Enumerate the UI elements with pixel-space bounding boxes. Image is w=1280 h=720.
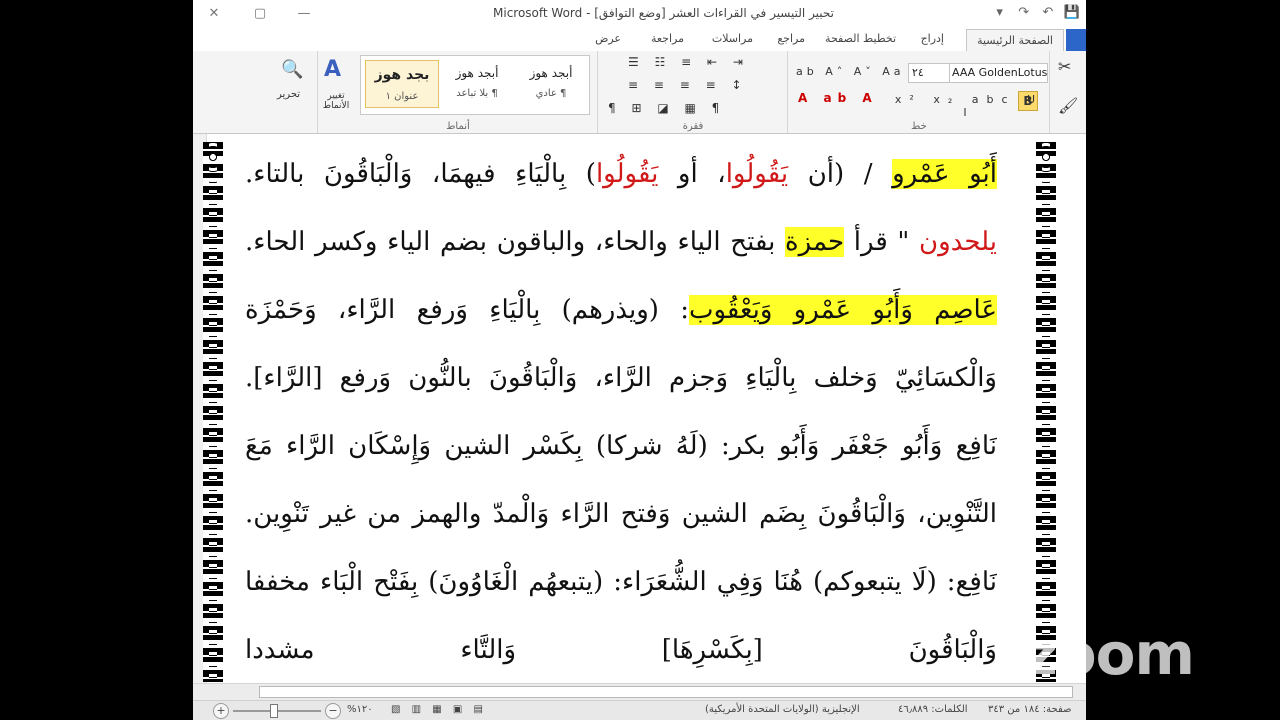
editing-group: 🔍 تحرير xyxy=(271,51,316,133)
style-name: ¶ عادي xyxy=(535,88,567,99)
highlighted-text: عَاصِم وَأَبُو عَمْرو وَيَعْقُوب xyxy=(688,295,997,325)
minimize-icon[interactable]: — xyxy=(293,4,315,24)
red-keyword: يلحدون xyxy=(919,227,997,257)
page-border-right xyxy=(1036,142,1056,682)
style-no-spacing[interactable]: أبجد هوز ¶ بلا تباعد xyxy=(441,60,513,106)
ribbon-tabs: ? ^ الصفحة الرئيسية إدراج تخطيط الصفحة م… xyxy=(193,29,1086,76)
zoom-level[interactable]: ١٢٠% xyxy=(347,704,373,715)
format-painter-icon[interactable]: 🖌 xyxy=(1058,96,1078,115)
window-title: تحبير التيسير في القراءات العشر [وضع الت… xyxy=(493,6,835,20)
ribbon: 🔍 تحرير A تغيير الأنماط بجد هوز عنوان ١ … xyxy=(193,51,1086,134)
text-segment: وَالْبَاقُونَ [بِكَسْرِهَا] وَالتَّاء مش… xyxy=(245,635,997,665)
paragraph-group: ☰ ☷ ≡ ⇤ ⇥ ≡ ≡ ≡ ≡ ↕ ¶ ⊞ ◪ ▦ ¶ فقرة xyxy=(597,51,788,133)
clipboard-group: ✂ 🖌 xyxy=(1049,51,1086,133)
close-icon[interactable]: ✕ xyxy=(203,4,225,24)
styles-gallery: بجد هوز عنوان ١ أبجد هوز ¶ بلا تباعد أبج… xyxy=(360,55,590,115)
language-indicator[interactable]: الإنجليزية (الولايات المتحدة الأمريكية) xyxy=(705,704,860,715)
binoculars-icon[interactable]: 🔍 xyxy=(281,59,303,80)
format-icons[interactable]: x² x₂ abc U I xyxy=(888,93,1050,119)
view-mode-icons[interactable]: ▤ ▣ ▦ ▥ ▧ xyxy=(391,704,487,715)
zoom-watermark: zoom xyxy=(1024,620,1195,688)
text-line: التَّنْوِين، وَالْبَاقُونَ بِضَم الشين و… xyxy=(245,484,997,544)
quick-access-toolbar: ▾ ↷ ↶ 💾 xyxy=(990,5,1082,20)
paragraph-group-label: فقرة xyxy=(682,121,704,132)
text-segment: نَافِع: (لَا يتبعوكم) هُنَا وَفِي الشُّع… xyxy=(245,567,997,597)
red-keyword: يَقُولُوا xyxy=(725,159,789,189)
text-segment: التَّنْوِين، وَالْبَاقُونَ بِضَم الشين و… xyxy=(245,499,997,529)
tab-view[interactable]: عرض xyxy=(595,32,621,45)
list-icons[interactable]: ☰ ☷ ≡ ⇤ ⇥ xyxy=(628,55,749,69)
styles-group-label: أنماط xyxy=(446,121,470,132)
zoom-in-button[interactable]: + xyxy=(213,703,229,719)
tab-home[interactable]: الصفحة الرئيسية xyxy=(966,29,1064,53)
text-line: نَافِع وَأَبُو جَعْفَر وَأَبُو بكر: (لَه… xyxy=(245,416,997,476)
grow-shrink-icons[interactable]: ab A˄ A˅ Aa xyxy=(796,65,905,78)
change-styles-icon[interactable]: A xyxy=(324,57,341,82)
page-number[interactable]: صفحة: ١٨٤ من ٣٤٣ xyxy=(988,704,1072,715)
style-sample: أبجد هوز xyxy=(455,66,499,80)
tab-references[interactable]: مراجع xyxy=(777,32,805,45)
text-segment: بفتح الياء والحاء، والباقون بضم الياء وك… xyxy=(245,227,785,257)
zoom-out-button[interactable]: − xyxy=(325,703,341,719)
shading-border-icons[interactable]: ¶ ⊞ ◪ ▦ ¶ xyxy=(608,101,725,115)
text-segment: : (ويذرهم) بِالْيَاءِ وَرفع الرَّاء، وَح… xyxy=(245,295,689,325)
text-line: وَالْبَاقُونَ [بِكَسْرِهَا] وَالتَّاء مش… xyxy=(245,620,997,680)
text-line: يلحدون " قرأ حمزة بفتح الياء والحاء، وال… xyxy=(245,212,997,272)
font-group: AAA GoldenLotus ٢٤ ab A˄ A˅ Aa B x² x₂ a… xyxy=(787,51,1050,133)
text-segment: نَافِع وَأَبُو جَعْفَر وَأَبُو بكر: (لَه… xyxy=(245,431,997,461)
zoom-slider-thumb[interactable] xyxy=(270,704,278,718)
text-line: نَافِع: (لَا يتبعوكم) هُنَا وَفِي الشُّع… xyxy=(245,552,997,612)
style-sample: بجد هوز xyxy=(374,67,430,83)
text-segment: ) بِالْيَاءِ فيهمَا، وَالْبَاقُونَ بالتا… xyxy=(245,159,596,189)
font-name-combo[interactable]: AAA GoldenLotus xyxy=(948,63,1048,83)
style-name: ¶ بلا تباعد xyxy=(456,88,498,99)
title-bar: ✕ ▢ — تحبير التيسير في القراءات العشر [و… xyxy=(193,0,1086,29)
word-window: ✕ ▢ — تحبير التيسير في القراءات العشر [و… xyxy=(193,0,1086,720)
text-line: عَاصِم وَأَبُو عَمْرو وَيَعْقُوب: (ويذره… xyxy=(245,280,997,340)
highlighted-text: حمزة xyxy=(785,227,845,257)
status-bar: + − ١٢٠% ▤ ▣ ▦ ▥ ▧ الإنجليزية (الولايات … xyxy=(193,700,1086,720)
horizontal-scrollbar[interactable] xyxy=(193,683,1086,700)
customize-qat-icon[interactable]: ▾ xyxy=(990,5,1010,20)
tab-mailings[interactable]: مراسلات xyxy=(712,32,753,45)
page-border-left xyxy=(203,142,223,682)
restore-icon[interactable]: ▢ xyxy=(249,4,271,24)
text-segment: / (أن xyxy=(788,159,893,189)
highlighted-text: أَبُو عَمْرو xyxy=(892,159,997,189)
style-heading1[interactable]: بجد هوز عنوان ١ xyxy=(365,60,439,108)
text-line: أَبُو عَمْرو / (أن يَقُولُوا، أو يَقُولُ… xyxy=(245,144,997,204)
font-group-label: خط xyxy=(911,121,927,132)
document-text[interactable]: أَبُو عَمْرو / (أن يَقُولُوا، أو يَقُولُ… xyxy=(245,140,997,680)
redo-icon[interactable]: ↷ xyxy=(1014,5,1034,20)
undo-icon[interactable]: ↶ xyxy=(1038,5,1058,20)
styles-group: A تغيير الأنماط بجد هوز عنوان ١ أبجد هوز… xyxy=(317,51,598,133)
style-normal[interactable]: أبجد هوز ¶ عادي xyxy=(515,60,587,106)
word-count[interactable]: الكلمات: ٤٦٫٨٨٩ xyxy=(898,704,968,715)
font-size-combo[interactable]: ٢٤ xyxy=(908,63,950,83)
align-icons[interactable]: ≡ ≡ ≡ ≡ ↕ xyxy=(628,78,748,92)
text-line: وَالْكسَائِيّ وَخلف بِالْيَاءِ وَجزم الر… xyxy=(245,348,997,408)
style-name: عنوان ١ xyxy=(385,91,419,102)
tab-insert[interactable]: إدراج xyxy=(921,32,944,45)
clipboard-icons[interactable]: ✂ xyxy=(1058,57,1071,76)
red-keyword: يَقُولُوا xyxy=(595,159,659,189)
text-segment: وَالْكسَائِيّ وَخلف بِالْيَاءِ وَجزم الر… xyxy=(245,363,997,393)
editing-label[interactable]: تحرير xyxy=(277,89,300,100)
save-icon[interactable]: 💾 xyxy=(1062,5,1082,20)
file-tab[interactable] xyxy=(1066,29,1086,51)
change-styles-label[interactable]: تغيير الأنماط xyxy=(318,91,354,111)
text-segment: ، أو xyxy=(658,159,726,189)
tab-page-layout[interactable]: تخطيط الصفحة xyxy=(825,32,896,45)
horizontal-scroll-thumb[interactable] xyxy=(259,686,1073,698)
tab-review[interactable]: مراجعة xyxy=(651,32,684,45)
style-sample: أبجد هوز xyxy=(529,66,573,80)
font-color-icon[interactable]: A ab A xyxy=(798,91,878,105)
text-segment: " قرأ xyxy=(844,227,920,257)
